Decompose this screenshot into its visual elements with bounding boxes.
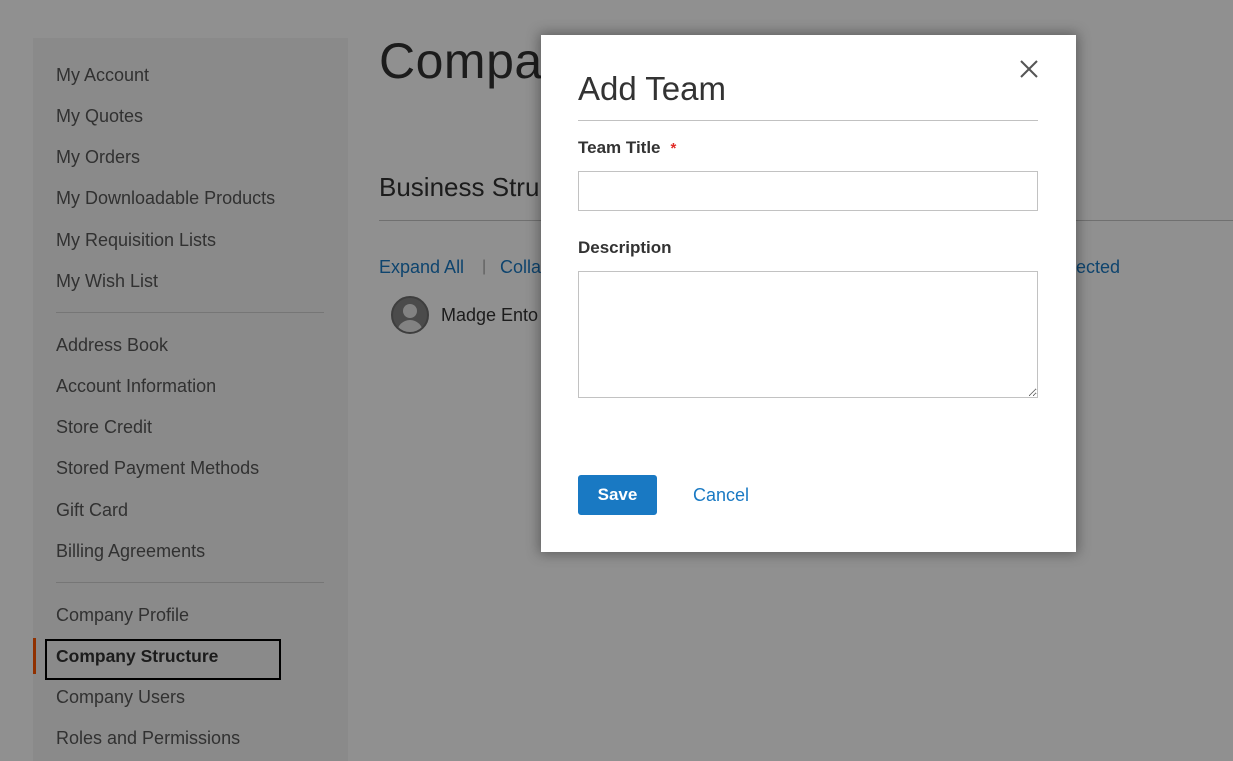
required-indicator: * bbox=[670, 140, 677, 157]
description-label: Description bbox=[578, 238, 672, 257]
cancel-button[interactable]: Cancel bbox=[693, 485, 749, 506]
team-title-input[interactable] bbox=[578, 171, 1038, 211]
close-icon bbox=[1020, 60, 1038, 78]
team-title-label-text: Team Title bbox=[578, 138, 661, 157]
description-textarea[interactable] bbox=[578, 271, 1038, 398]
close-button[interactable] bbox=[1017, 57, 1041, 81]
save-button[interactable]: Save bbox=[578, 475, 657, 515]
add-team-modal: Add Team Team Title * Description Save Ca… bbox=[541, 35, 1076, 552]
team-title-label: Team Title * bbox=[578, 138, 676, 158]
modal-title-divider bbox=[578, 120, 1038, 121]
modal-title: Add Team bbox=[578, 70, 726, 107]
